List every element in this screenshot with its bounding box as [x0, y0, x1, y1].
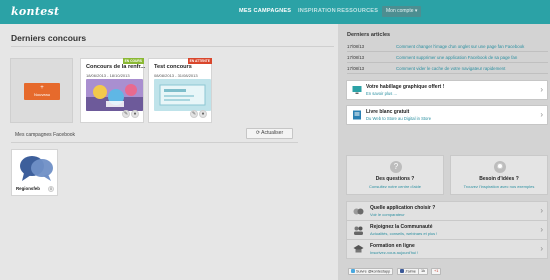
tile-title: Des questions ? — [375, 176, 415, 182]
page-title: Derniers concours — [11, 33, 87, 43]
new-campaign-label: Nouveau — [33, 92, 50, 97]
edit-icon[interactable]: ✎ — [122, 110, 130, 118]
list-item[interactable]: Quelle application choisir ? Voir le com… — [347, 202, 547, 221]
article-date: 17/08/13 — [347, 44, 365, 49]
article-link[interactable]: Comment changer l'image d'un onglet sur … — [396, 42, 524, 51]
top-nav-bar: kontest MES CAMPAGNES INSPIRATION RESSOU… — [0, 0, 550, 24]
community-icon — [354, 226, 363, 235]
tile-title: Besoin d'idées ? — [479, 176, 519, 182]
resources-list: Quelle application choisir ? Voir le com… — [346, 201, 548, 259]
monitor-icon — [352, 86, 362, 94]
list-item-link[interactable]: Actualités, conseils, webinars et plus ! — [370, 231, 437, 236]
card-tools: ✎ ● — [189, 110, 207, 118]
article-item[interactable]: 17/08/13 Comment vider le cache de votre… — [347, 64, 548, 74]
list-item-title: Formation en ligne — [370, 243, 415, 249]
account-menu-button[interactable]: Mon compte ▾ — [382, 6, 422, 17]
compare-icon — [353, 208, 364, 215]
lightbulb-icon: ✹ — [494, 161, 506, 173]
article-item[interactable]: 17/08/13 Comment changer l'image d'un on… — [347, 42, 548, 52]
ideas-tile[interactable]: ✹ Besoin d'idées ? Trouvez l'inspiration… — [450, 155, 548, 195]
campaign-thumbnail — [86, 79, 143, 111]
question-icon: ? — [390, 161, 402, 173]
stats-icon[interactable]: ● — [199, 110, 207, 118]
chevron-right-icon: › — [540, 225, 543, 234]
twitter-follow-button[interactable]: Suivre @kontestapp — [348, 268, 394, 275]
articles-title: Derniers articles — [347, 32, 391, 38]
nav-ressources[interactable]: RESSOURCES — [337, 8, 378, 14]
refresh-label: Actualiser — [261, 130, 284, 136]
title-divider — [11, 46, 334, 47]
chevron-right-icon: › — [540, 85, 543, 94]
list-item[interactable]: Formation en ligne Inscrivez-vous aujour… — [347, 240, 547, 259]
article-date: 17/08/13 — [347, 55, 365, 60]
campaign-dates: 18/06/2013 - 18/10/2013 — [86, 73, 130, 78]
list-item-title: Rejoignez la Communauté — [370, 224, 433, 230]
list-item[interactable]: Rejoignez la Communauté Actualités, cons… — [347, 221, 547, 240]
refresh-button[interactable]: ⟳ Actualiser — [246, 128, 293, 139]
list-item-link[interactable]: Inscrivez-vous aujourd'hui ! — [370, 250, 418, 255]
plus-icon: + — [40, 85, 44, 91]
twitter-icon — [351, 269, 355, 273]
list-item-title: Quelle application choisir ? — [370, 205, 436, 211]
white-paper-box[interactable]: Livre blanc gratuit Du Web to Store au D… — [346, 105, 548, 125]
nav-inspiration[interactable]: INSPIRATION — [298, 8, 336, 14]
right-sidebar: Derniers articles 17/08/13 Comment chang… — [338, 24, 550, 280]
stats-icon[interactable]: ● — [131, 110, 139, 118]
campaign-card-1[interactable]: EN COURS Concours de la renfr... 18/06/2… — [80, 58, 145, 123]
campaign-card-2[interactable]: EN ATTENTE Test concours 08/08/2013 - 31… — [148, 58, 212, 123]
facebook-campaigns-label: Mes campagnes Facebook — [15, 132, 76, 138]
box-link[interactable]: En savoir plus ... — [366, 91, 397, 96]
facebook-page-name: Regionsfeb — [16, 186, 40, 191]
box-title: Livre blanc gratuit — [366, 109, 410, 115]
facebook-page-count: 0 — [48, 186, 54, 192]
chevron-right-icon: › — [540, 244, 543, 253]
kontest-logo[interactable]: kontest — [11, 5, 59, 18]
graduation-cap-icon — [353, 245, 364, 253]
book-icon — [353, 110, 361, 120]
box-link[interactable]: Du Web to Store au Digital in Store — [366, 116, 431, 121]
article-date: 17/08/13 — [347, 66, 365, 71]
facebook-divider — [11, 142, 298, 143]
new-campaign-button[interactable]: + Nouveau — [24, 83, 60, 100]
facebook-like-button[interactable]: J'aime — [397, 268, 419, 275]
chevron-right-icon: › — [540, 206, 543, 215]
google-plus-button[interactable]: +1 — [431, 268, 442, 275]
card-tools: ✎ ● — [121, 110, 139, 118]
twitter-follow-label: Suivre @kontestapp — [356, 269, 391, 274]
list-item-link[interactable]: Voir le comparateur — [370, 212, 405, 217]
facebook-like-label: J'aime — [405, 269, 416, 274]
facebook-icon — [400, 269, 404, 273]
campaign-dates: 08/08/2013 - 31/08/2013 — [154, 73, 198, 78]
facebook-page-card[interactable]: Regionsfeb 0 — [11, 149, 58, 196]
edit-icon[interactable]: ✎ — [190, 110, 198, 118]
new-campaign-card: + Nouveau — [10, 58, 73, 123]
facebook-like-count: 1k — [418, 268, 429, 275]
graphic-offer-box[interactable]: Votre habillage graphique offert ! En sa… — [346, 80, 548, 100]
article-link[interactable]: Comment vider le cache de votre navigate… — [396, 64, 505, 73]
article-item[interactable]: 17/08/13 Comment supprimer une applicati… — [347, 53, 548, 63]
campaign-thumbnail — [154, 79, 211, 111]
chat-bubbles-icon — [20, 156, 53, 181]
nav-mes-campagnes[interactable]: MES CAMPAGNES — [239, 8, 291, 14]
campaign-title[interactable]: Test concours — [154, 64, 192, 70]
campaign-title[interactable]: Concours de la renfr... — [86, 64, 145, 70]
help-center-tile[interactable]: ? Des questions ? Consultez notre centre… — [346, 155, 444, 195]
chevron-right-icon: › — [540, 110, 543, 119]
box-title: Votre habillage graphique offert ! — [366, 84, 445, 90]
tile-link[interactable]: Consultez notre centre d'aide — [347, 184, 443, 189]
article-link[interactable]: Comment supprimer une application Facebo… — [396, 53, 517, 62]
tile-link[interactable]: Trouvez l'inspiration avec nos exemples — [451, 184, 547, 189]
